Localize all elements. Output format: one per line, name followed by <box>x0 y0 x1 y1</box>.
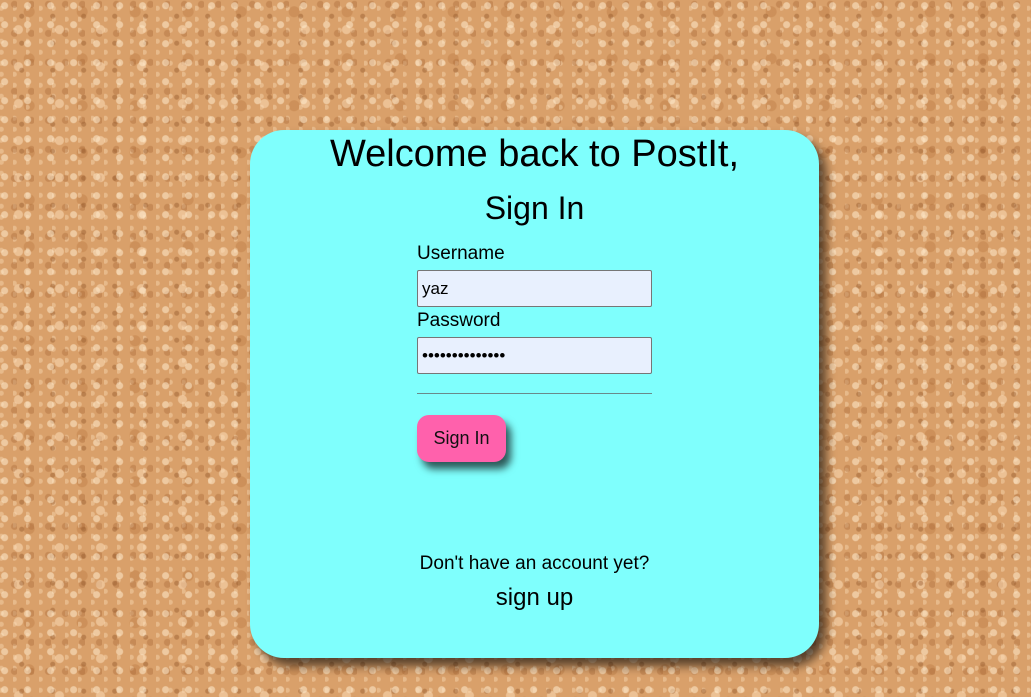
username-label: Username <box>417 243 505 264</box>
sign-up-link[interactable]: sign up <box>250 583 819 613</box>
username-input[interactable] <box>417 270 652 307</box>
password-label: Password <box>417 310 501 331</box>
no-account-prompt: Don't have an account yet? <box>419 553 650 574</box>
sign-in-heading: Sign In <box>484 190 585 226</box>
login-card: Welcome back to PostIt, Sign In Username… <box>250 130 819 658</box>
sign-in-button[interactable]: Sign In <box>417 415 506 462</box>
page-title: Welcome back to PostIt, <box>329 133 740 175</box>
password-input[interactable] <box>417 337 652 374</box>
form-divider <box>417 393 652 394</box>
